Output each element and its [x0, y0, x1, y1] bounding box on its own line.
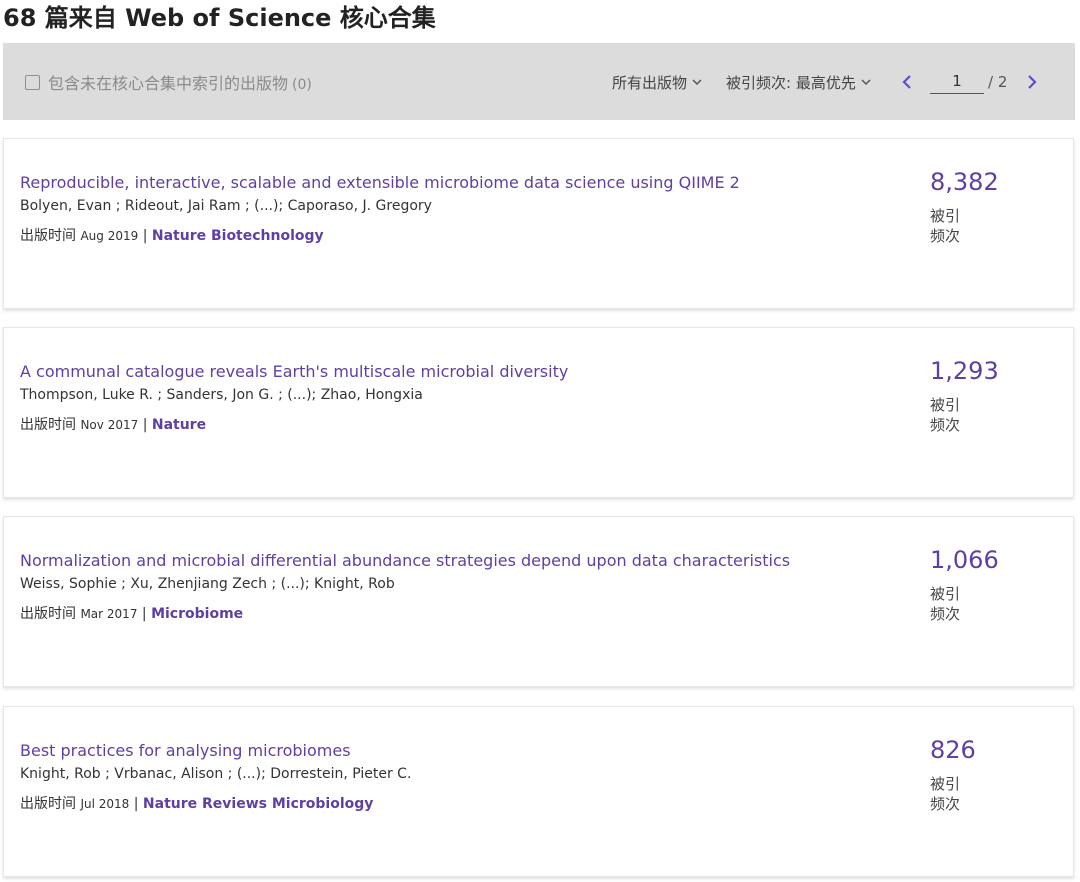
published-date: Jul 2018 — [80, 797, 130, 811]
result-publication-info: 出版时间 Aug 2019 | Nature Biotechnology — [20, 226, 324, 246]
citation-label: 被引频次 — [930, 775, 961, 813]
publications-filter-dropdown[interactable]: 所有出版物 — [612, 70, 703, 94]
result-card: Best practices for analysing microbiomes… — [3, 706, 1074, 877]
sort-label: 被引频次: 最高优先 — [726, 73, 856, 92]
page-title: 68 篇来自 Web of Science 核心合集 — [3, 0, 436, 36]
journal-link[interactable]: Nature — [152, 417, 206, 433]
include-non-core-count: (0) — [292, 77, 312, 93]
results-toolbar: 包含未在核心合集中索引的出版物(0) 所有出版物 被引频次: 最高优先 / 2 — [3, 43, 1075, 120]
citation-label: 被引频次 — [930, 207, 961, 245]
sort-dropdown[interactable]: 被引频次: 最高优先 — [726, 70, 872, 94]
result-publication-info: 出版时间 Mar 2017 | Microbiome — [20, 604, 243, 624]
separator: | — [133, 796, 139, 812]
journal-link[interactable]: Nature Biotechnology — [152, 228, 324, 244]
result-card: Normalization and microbial differential… — [3, 516, 1074, 687]
journal-link[interactable]: Microbiome — [151, 606, 243, 622]
results-heading-text: 篇来自 Web of Science 核心合集 — [44, 4, 436, 32]
separator: | — [142, 417, 148, 433]
separator: | — [142, 228, 148, 244]
citation-label: 被引频次 — [930, 585, 961, 623]
result-title-link[interactable]: A communal catalogue reveals Earth's mul… — [20, 361, 568, 383]
published-prefix: 出版时间 — [20, 606, 76, 622]
result-title-link[interactable]: Reproducible, interactive, scalable and … — [20, 172, 740, 194]
results-count: 68 — [3, 4, 37, 32]
chevron-down-icon — [692, 79, 702, 86]
include-non-core-checkbox[interactable]: 包含未在核心合集中索引的出版物 (0) — [25, 70, 312, 94]
citation-count-link[interactable]: 826 — [930, 735, 976, 765]
result-publication-info: 出版时间 Nov 2017 | Nature — [20, 415, 206, 435]
next-page-button[interactable] — [1022, 70, 1042, 94]
published-date: Mar 2017 — [80, 607, 138, 621]
published-date: Nov 2017 — [80, 418, 139, 432]
checkbox-unchecked-icon[interactable] — [25, 74, 40, 90]
result-title-link[interactable]: Best practices for analysing microbiomes — [20, 740, 351, 762]
published-date: Aug 2019 — [80, 229, 139, 243]
chevron-right-icon — [1028, 75, 1037, 89]
citation-count-link[interactable]: 1,293 — [930, 356, 999, 386]
citation-count-link[interactable]: 8,382 — [930, 167, 999, 197]
include-non-core-label: 包含未在核心合集中索引的出版物 (0) — [48, 74, 312, 93]
separator: | — [141, 606, 147, 622]
result-card: A communal catalogue reveals Earth's mul… — [3, 327, 1074, 498]
result-publication-info: 出版时间 Jul 2018 | Nature Reviews Microbiol… — [20, 794, 373, 814]
previous-page-button[interactable] — [897, 70, 917, 94]
result-authors: Thompson, Luke R. ; Sanders, Jon G. ; (.… — [20, 387, 423, 403]
result-authors: Bolyen, Evan ; Rideout, Jai Ram ; (...);… — [20, 198, 432, 214]
published-prefix: 出版时间 — [20, 417, 76, 433]
result-title-link[interactable]: Normalization and microbial differential… — [20, 550, 790, 572]
chevron-down-icon — [861, 79, 871, 86]
result-card: Reproducible, interactive, scalable and … — [3, 138, 1074, 309]
citation-label: 被引频次 — [930, 396, 961, 434]
published-prefix: 出版时间 — [20, 796, 76, 812]
journal-link[interactable]: Nature Reviews Microbiology — [143, 796, 374, 812]
citation-count-link[interactable]: 1,066 — [930, 545, 999, 575]
publications-filter-label: 所有出版物 — [612, 73, 688, 92]
published-prefix: 出版时间 — [20, 228, 76, 244]
page-number-input[interactable] — [930, 69, 984, 94]
result-authors: Weiss, Sophie ; Xu, Zhenjiang Zech ; (..… — [20, 576, 395, 592]
chevron-left-icon — [902, 75, 911, 89]
results-page: 68 篇来自 Web of Science 核心合集 包含未在核心合集中索引的出… — [0, 0, 1080, 882]
page-total: / 2 — [988, 73, 1008, 91]
result-authors: Knight, Rob ; Vrbanac, Alison ; (...); D… — [20, 766, 412, 782]
